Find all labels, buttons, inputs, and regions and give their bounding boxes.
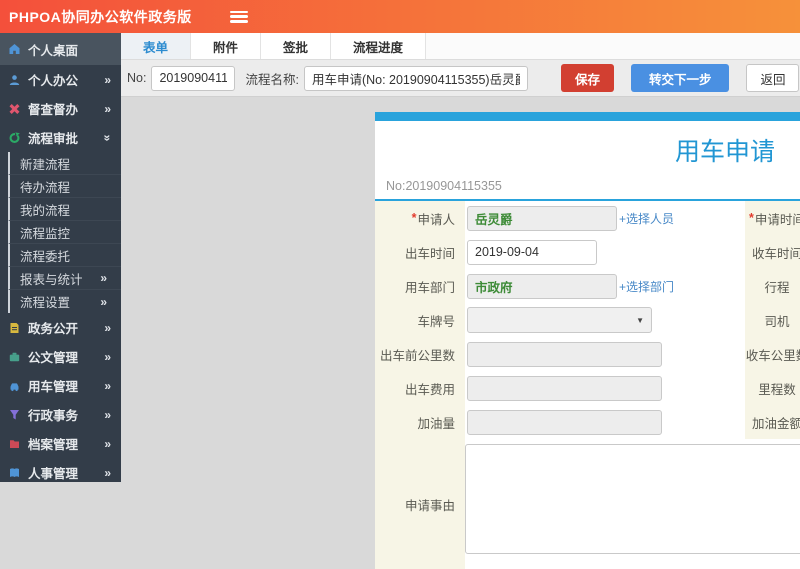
app-header: PHPOA协同办公软件政务版: [0, 0, 800, 33]
odometer-before-input[interactable]: [467, 341, 662, 367]
chevron-right-icon: »: [104, 436, 111, 451]
chevron-right-icon: »: [104, 465, 111, 480]
sidebar-item-hr-mgmt[interactable]: 人事管理 »: [0, 458, 121, 487]
departure-time-input[interactable]: [467, 239, 597, 265]
back-button[interactable]: 返回: [746, 64, 800, 92]
dropdown-arrow-icon: ▼: [636, 315, 644, 325]
chevron-right-icon: »: [100, 271, 107, 285]
workflow-submenu: 新建流程 待办流程 我的流程 流程监控 流程委托 报表与统计 » 流程设置 »: [0, 152, 121, 313]
sidebar-item-personal-desktop[interactable]: 个人桌面: [0, 33, 121, 65]
tab-workflow-progress[interactable]: 流程进度: [331, 33, 427, 59]
required-asterisk: *: [749, 211, 754, 225]
document-icon: [8, 322, 22, 334]
tab-signoff[interactable]: 签批: [261, 33, 332, 59]
reason-textarea[interactable]: [465, 444, 800, 554]
form-row-department: 用车部门 +选择部门 行程: [375, 269, 800, 303]
return-time-label: 收车时间: [745, 235, 800, 269]
form-title: 用车申请: [674, 138, 775, 166]
applicant-input[interactable]: [467, 205, 617, 231]
fuel-cost-label: 加油金额: [745, 405, 800, 439]
reason-label: 申请事由: [375, 439, 465, 569]
sidebar-item-supervision[interactable]: 督查督办 »: [0, 94, 121, 123]
car-icon: [8, 380, 22, 392]
funnel-icon: [8, 409, 22, 421]
hamburger-menu-icon[interactable]: [229, 10, 248, 23]
form-row-applicant: * 申请人 +选择人员 * 申请时间: [375, 201, 800, 235]
form-row-reason: 申请事由: [375, 439, 800, 569]
chevron-right-icon: »: [104, 320, 111, 335]
app-title: PHPOA协同办公软件政务版: [9, 8, 192, 25]
sidebar-item-vehicle-mgmt[interactable]: 用车管理 »: [0, 371, 121, 400]
workflow-name-input[interactable]: [303, 65, 528, 91]
submenu-item-workflow-monitor[interactable]: 流程监控: [8, 221, 121, 244]
tab-bar: 表单 附件 签批 流程进度: [121, 33, 800, 60]
apply-time-label: * 申请时间: [745, 201, 800, 235]
no-input[interactable]: [151, 65, 236, 91]
sidebar-item-gov-disclosure[interactable]: 政务公开 »: [0, 313, 121, 342]
home-icon: [8, 43, 22, 55]
sidebar: 个人桌面 个人办公 » 督查督办 » 流程审批 » 新建流程 待办流程 我的流程…: [0, 33, 121, 482]
sidebar-item-admin-affairs[interactable]: 行政事务 »: [0, 400, 121, 429]
tab-bar-filler: [426, 33, 800, 59]
briefcase-icon: [8, 351, 22, 363]
odometer-return-label: 收车公里数: [745, 337, 800, 371]
form-number: No:20190904115355: [386, 179, 502, 193]
sidebar-item-archive-mgmt[interactable]: 档案管理 »: [0, 429, 121, 458]
applicant-label: * 申请人: [375, 201, 465, 235]
user-icon: [8, 74, 22, 86]
tab-attachments[interactable]: 附件: [191, 33, 262, 59]
chevron-right-icon: »: [104, 72, 111, 87]
chevron-right-icon: »: [104, 378, 111, 393]
department-label: 用车部门: [375, 269, 465, 303]
itinerary-label: 行程: [745, 269, 800, 303]
trip-cost-label: 出车费用: [375, 371, 465, 405]
sidebar-item-personal-office[interactable]: 个人办公 »: [0, 65, 121, 94]
sidebar-item-workflow-approval[interactable]: 流程审批 »: [0, 123, 121, 152]
driver-label: 司机: [745, 303, 800, 337]
chevron-down-icon: »: [100, 134, 115, 141]
submenu-item-reports-statistics[interactable]: 报表与统计 »: [8, 267, 121, 290]
departure-time-label: 出车时间: [375, 235, 465, 269]
fuel-amount-input[interactable]: [467, 409, 662, 435]
workflow-name-label: 流程名称:: [245, 72, 299, 87]
submenu-item-todo-workflow[interactable]: 待办流程: [8, 175, 121, 198]
tab-form[interactable]: 表单: [121, 33, 192, 59]
submenu-item-workflow-delegate[interactable]: 流程委托: [8, 244, 121, 267]
save-button[interactable]: 保存: [560, 64, 614, 92]
mileage-label: 里程数: [745, 371, 800, 405]
form-row-plate-number: 车牌号 ▼ 司机: [375, 303, 800, 337]
workspace: 用车申请 No:20190904115355 * 申请人 +选择人员 * 申请时…: [121, 97, 800, 569]
submenu-item-workflow-settings[interactable]: 流程设置 »: [8, 290, 121, 313]
submenu-item-my-workflow[interactable]: 我的流程: [8, 198, 121, 221]
form-row-trip-cost: 出车费用 里程数: [375, 371, 800, 405]
form-row-odometer-before: 出车前公里数 收车公里数: [375, 337, 800, 371]
book-icon: [8, 467, 22, 479]
chevron-right-icon: »: [100, 294, 107, 309]
vehicle-request-form: 用车申请 No:20190904115355 * 申请人 +选择人员 * 申请时…: [375, 112, 800, 569]
cross-icon: [8, 103, 22, 115]
toolbar: No: 流程名称: 保存 转交下一步 返回: [121, 60, 800, 97]
select-department-link[interactable]: +选择部门: [619, 278, 674, 295]
archive-icon: [8, 438, 22, 450]
department-input[interactable]: [467, 273, 617, 299]
main-content: 表单 附件 签批 流程进度 No: 流程名称: 保存 转交下一步 返回 用车申请…: [121, 33, 800, 569]
no-label: No:: [127, 71, 147, 85]
form-row-departure-time: 出车时间 收车时间: [375, 235, 800, 269]
fuel-amount-label: 加油量: [375, 405, 465, 439]
required-asterisk: *: [411, 211, 417, 225]
submenu-item-new-workflow[interactable]: 新建流程: [8, 152, 121, 175]
chevron-right-icon: »: [104, 407, 111, 422]
chevron-right-icon: »: [104, 101, 111, 116]
plate-number-label: 车牌号: [375, 303, 465, 337]
cycle-icon: [8, 131, 22, 144]
sidebar-item-official-docs[interactable]: 公文管理 »: [0, 342, 121, 371]
odometer-before-label: 出车前公里数: [375, 337, 465, 371]
forward-next-step-button[interactable]: 转交下一步: [630, 64, 730, 92]
form-row-fuel-amount: 加油量 加油金额: [375, 405, 800, 439]
select-person-link[interactable]: +选择人员: [619, 210, 674, 227]
chevron-right-icon: »: [104, 349, 111, 364]
plate-number-select[interactable]: ▼: [467, 307, 652, 333]
trip-cost-input[interactable]: [467, 375, 662, 401]
form-top-strip: [375, 112, 800, 121]
